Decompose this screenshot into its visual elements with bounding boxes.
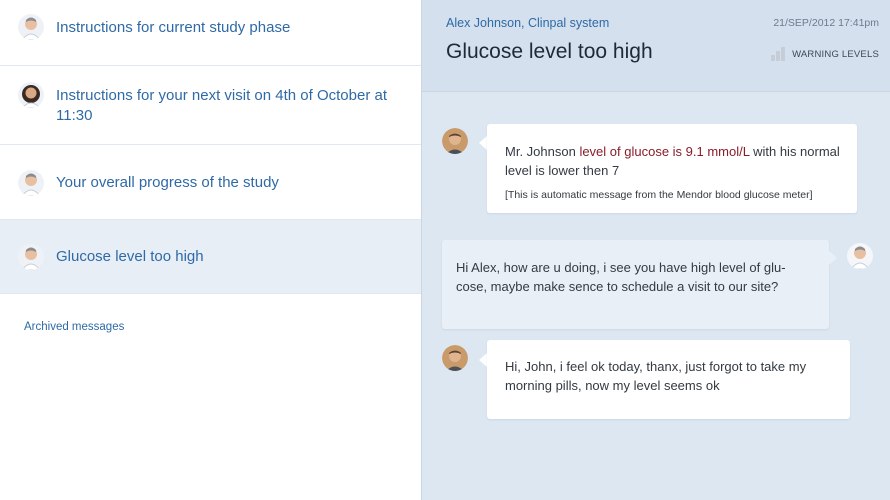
chat-message-bubble: Mr. Johnson level of glucose is 9.1 mmol… [487,124,857,213]
doctor-avatar [18,170,44,196]
message-list-item-title: Instructions for your next visit on 4th … [56,87,387,124]
chat-message-note: [This is automatic message from the Mend… [505,189,813,201]
doctor-avatar [847,243,873,269]
message-list-item[interactable]: Your overall progress of the study [0,145,421,220]
message-date: 21/SEP/2012 17:41pm [773,17,879,29]
message-list-item[interactable]: Instructions for current study phase [0,0,421,66]
patient-avatar [442,128,468,154]
bubble-pointer [479,136,487,150]
message-sender: Alex Johnson, Clinpal system [446,16,610,30]
chat-message-bubble: Hi, John, i feel ok today, thanx, just f… [487,340,850,419]
message-list-item[interactable]: Instructions for your next visit on 4th … [0,66,421,145]
patient-avatar [442,345,468,371]
message-list-panel: Instructions for current study phase Ins… [0,0,421,500]
archived-messages-link[interactable]: Archived messages [24,321,124,333]
chat-message-text: Mr. Johnson level of glucose is 9.1 mmol… [505,144,840,178]
bubble-pointer [479,353,487,367]
doctor-avatar [18,14,44,40]
message-list-item-active[interactable]: Glucose level too high [0,220,421,294]
message-list-item-title: Your overall progress of the study [56,174,279,191]
message-list-item-title: Instructions for current study phase [56,19,291,36]
message-detail-panel: Alex Johnson, Clinpal system 21/SEP/2012… [421,0,890,500]
warning-levels-label: WARNING LEVELS [792,48,879,60]
warning-levels-button[interactable]: WARNING LEVELS [770,47,879,61]
bar-chart-icon [771,47,786,61]
chat-message-text: Hi, John, i feel ok today, thanx, just f… [505,359,807,393]
bubble-pointer [829,251,837,265]
nurse-avatar [18,82,44,108]
message-list-item-title: Glucose level too high [56,248,204,265]
message-header: Alex Johnson, Clinpal system 21/SEP/2012… [422,0,890,92]
message-subject: Glucose level too high [446,40,653,63]
chat-message-text: Hi Alex, how are u doing, i see you have… [456,260,786,294]
chat-message-bubble: Hi Alex, how are u doing, i see you have… [442,240,829,329]
doctor-avatar [18,244,44,270]
glucose-level-highlight: level of glucose is 9.1 mmol/L [579,144,750,159]
